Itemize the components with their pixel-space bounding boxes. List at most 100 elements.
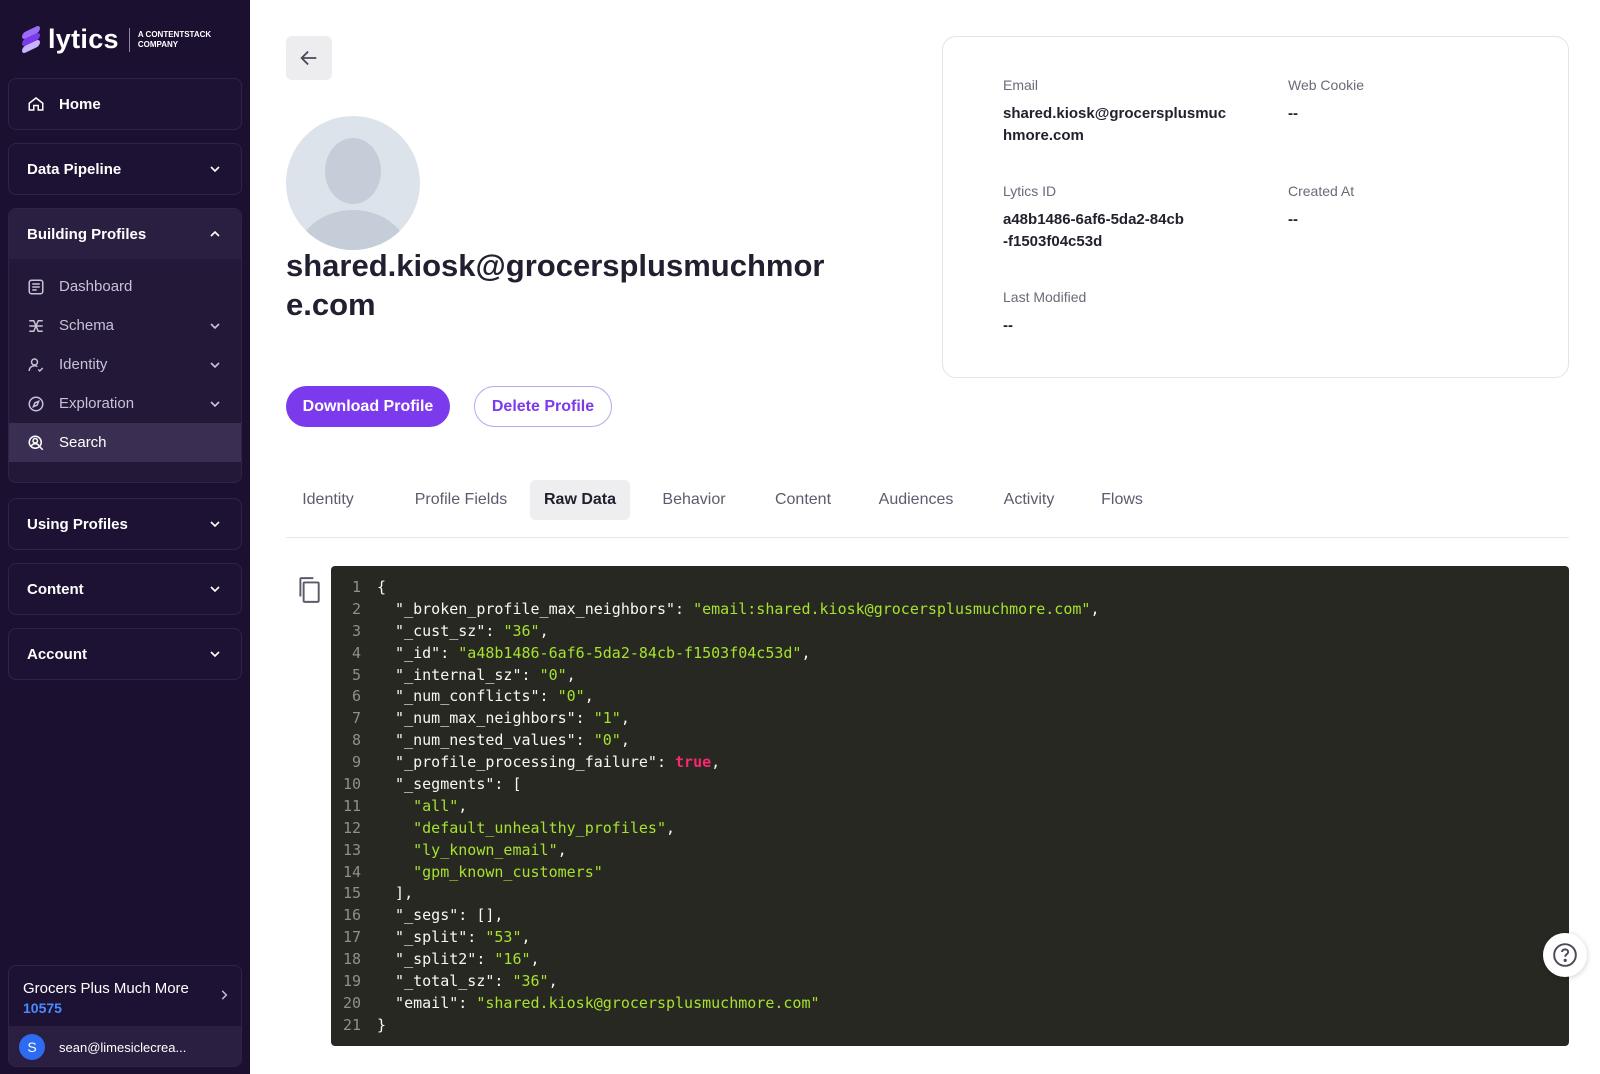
code-string: "shared.kiosk@grocersplusmuchmore.com" — [476, 993, 820, 1012]
logo-divider — [128, 27, 130, 52]
code-line: 15 ], — [331, 882, 1569, 904]
nav-account-label: Account — [27, 645, 87, 663]
nav-using-profiles[interactable]: Using Profiles — [8, 498, 242, 550]
line-number: 21 — [342, 1015, 361, 1034]
email-label: Email — [1003, 77, 1039, 93]
copy-button[interactable] — [296, 576, 322, 604]
sidebar-item-search-label: Search — [59, 434, 107, 451]
code-text: , — [584, 687, 594, 706]
nav-building-profiles-header[interactable]: Building Profiles — [9, 209, 241, 259]
raw-data-code-viewer[interactable]: 1{2 "_broken_profile_max_neighbors": "em… — [331, 566, 1569, 1046]
nav-content-label: Content — [27, 580, 84, 598]
user-menu[interactable]: S sean@limesiclecrea... — [9, 1026, 241, 1066]
code-string: "53" — [485, 928, 522, 947]
sidebar-item-schema-label: Schema — [59, 317, 115, 334]
code-text: , — [620, 731, 630, 750]
nav-building-profiles: Building Profiles Dashboard Schema Ident… — [8, 208, 242, 483]
code-text: , — [458, 796, 468, 815]
tab-raw-data[interactable]: Raw Data — [530, 480, 630, 520]
last-modified-value: -- — [1003, 317, 1013, 334]
tab-flows[interactable]: Flows — [1086, 480, 1158, 520]
code-text: , — [557, 840, 567, 859]
code-string: "ly_known_email" — [413, 840, 558, 859]
code-text: "_segs": [], — [377, 906, 504, 925]
code-text: "email": — [377, 993, 477, 1012]
user-avatar: S — [19, 1034, 45, 1060]
tab-behavior[interactable]: Behavior — [644, 480, 744, 520]
sidebar: lytics A CONTENTSTACK COMPANY Home Data … — [0, 0, 250, 1074]
code-string: "email:shared.kiosk@grocersplusmuchmore.… — [693, 599, 1091, 618]
code-line: 8 "_num_nested_values": "0", — [331, 729, 1569, 751]
line-number: 19 — [342, 971, 361, 990]
code-line: 1{ — [331, 576, 1569, 598]
sidebar-item-exploration[interactable]: Exploration — [9, 384, 241, 423]
schema-icon — [29, 319, 43, 332]
line-number: 6 — [351, 687, 361, 706]
brand-tagline: A CONTENTSTACK COMPANY — [138, 30, 211, 50]
code-line: 18 "_split2": "16", — [331, 948, 1569, 970]
search-user-icon — [28, 435, 44, 450]
code-text: , — [1090, 599, 1100, 618]
code-text: "_split2": — [377, 950, 495, 969]
user-placeholder-icon — [297, 138, 409, 250]
sidebar-item-identity-label: Identity — [59, 356, 108, 373]
tab-identity[interactable]: Identity — [286, 480, 370, 520]
identity-icon — [28, 357, 44, 372]
code-text: "_split": — [377, 928, 486, 947]
tab-audiences[interactable]: Audiences — [860, 480, 972, 520]
code-text: , — [711, 753, 721, 772]
account-switcher[interactable]: Grocers Plus Much More 10575 S sean@lime… — [8, 965, 242, 1067]
arrow-left-icon — [300, 50, 317, 66]
code-line: 16 "_segs": [], — [331, 904, 1569, 926]
nav-home[interactable]: Home — [8, 78, 242, 130]
chevron-down-icon — [210, 322, 220, 329]
copy-icon — [299, 577, 320, 603]
lytics-logo[interactable]: lytics A CONTENTSTACK COMPANY — [22, 24, 211, 55]
code-text: "_num_max_neighbors": — [377, 709, 594, 728]
created-at-label: Created At — [1288, 183, 1355, 199]
home-icon — [28, 97, 44, 111]
nav-home-label: Home — [59, 95, 101, 113]
brand-tagline-line2: COMPANY — [137, 39, 179, 49]
code-line: 6 "_num_conflicts": "0", — [331, 685, 1569, 707]
code-text: , — [801, 643, 811, 662]
code-line: 12 "default_unhealthy_profiles", — [331, 817, 1569, 839]
org-id: 10575 — [23, 1000, 62, 1016]
code-text: { — [377, 577, 387, 596]
code-line: 13 "ly_known_email", — [331, 839, 1569, 861]
code-text: "_num_conflicts": — [377, 687, 558, 706]
nav-data-pipeline[interactable]: Data Pipeline — [8, 143, 242, 195]
tab-content[interactable]: Content — [758, 480, 848, 520]
code-line: 10 "_segments": [ — [331, 773, 1569, 795]
chevron-right-icon — [221, 990, 228, 1000]
sidebar-item-identity[interactable]: Identity — [9, 345, 241, 384]
user-email: sean@limesiclecrea... — [59, 1039, 187, 1055]
code-text: , — [620, 709, 630, 728]
sidebar-item-search[interactable]: Search — [9, 423, 241, 462]
sidebar-item-schema[interactable]: Schema — [9, 306, 241, 345]
tab-profile-fields[interactable]: Profile Fields — [396, 480, 526, 520]
help-button[interactable] — [1543, 933, 1587, 977]
code-line: 20 "email": "shared.kiosk@grocersplusmuc… — [331, 992, 1569, 1014]
code-text: "_internal_sz": — [377, 665, 540, 684]
nav-content[interactable]: Content — [8, 563, 242, 615]
line-number: 8 — [351, 731, 361, 750]
code-line: 2 "_broken_profile_max_neighbors": "emai… — [331, 598, 1569, 620]
code-string: "0" — [557, 687, 585, 706]
code-string: "36" — [503, 621, 540, 640]
line-number: 14 — [342, 862, 361, 881]
code-string: "gpm_known_customers" — [413, 862, 603, 881]
brand-tagline-line1: A CONTENTSTACK — [137, 29, 212, 39]
sidebar-item-dashboard[interactable]: Dashboard — [9, 267, 241, 306]
code-line: 19 "_total_sz": "36", — [331, 970, 1569, 992]
line-number: 12 — [342, 818, 361, 837]
nav-using-profiles-label: Using Profiles — [27, 515, 128, 533]
nav-account[interactable]: Account — [8, 628, 242, 680]
back-button[interactable] — [286, 36, 332, 80]
line-number: 5 — [351, 665, 361, 684]
code-text: "_segments": [ — [377, 774, 522, 793]
nav-data-pipeline-label: Data Pipeline — [27, 160, 122, 178]
tab-activity[interactable]: Activity — [986, 480, 1072, 520]
delete-profile-button[interactable]: Delete Profile — [474, 386, 612, 427]
download-profile-button[interactable]: Download Profile — [286, 386, 450, 427]
